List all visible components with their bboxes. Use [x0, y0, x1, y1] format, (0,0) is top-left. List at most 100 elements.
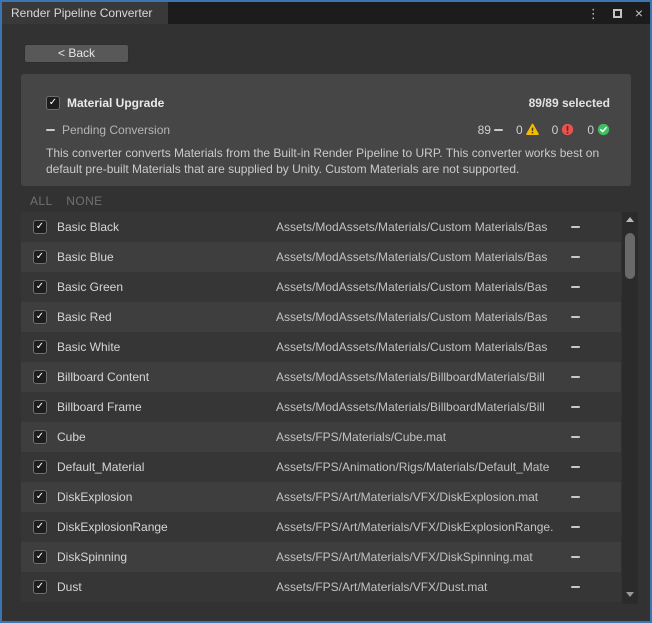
converter-description: This converter converts Materials from t…: [46, 145, 622, 177]
item-name: Basic Green: [57, 280, 123, 294]
item-checkbox[interactable]: ✓: [33, 460, 47, 474]
item-status-icon: [571, 586, 580, 588]
item-status-icon: [571, 496, 580, 498]
item-status-icon: [571, 226, 580, 228]
material-list-item[interactable]: ✓ DiskExplosion Assets/FPS/Art/Materials…: [21, 482, 621, 512]
item-status-icon: [571, 256, 580, 258]
item-checkbox[interactable]: ✓: [33, 340, 47, 354]
item-name: Billboard Frame: [57, 400, 142, 414]
select-none-button[interactable]: NONE: [66, 194, 102, 208]
scrollbar-thumb[interactable]: [625, 233, 635, 279]
item-checkbox[interactable]: ✓: [33, 400, 47, 414]
item-checkbox[interactable]: ✓: [33, 430, 47, 444]
selected-count: 89/89 selected: [529, 96, 610, 110]
selection-shortcuts: ALL NONE: [30, 194, 113, 208]
converter-title: Material Upgrade: [67, 96, 164, 110]
items-list: ✓ Basic Black Assets/ModAssets/Materials…: [21, 212, 621, 602]
material-list-item[interactable]: ✓ Default_Material Assets/FPS/Animation/…: [21, 452, 621, 482]
item-status-icon: [571, 436, 580, 438]
item-name: Basic Blue: [57, 250, 114, 264]
item-path: Assets/ModAssets/Materials/Custom Materi…: [276, 340, 566, 354]
material-list-item[interactable]: ✓ Dust Assets/FPS/Art/Materials/VFX/Dust…: [21, 572, 621, 602]
item-path: Assets/ModAssets/Materials/Custom Materi…: [276, 220, 566, 234]
maximize-icon[interactable]: [613, 9, 622, 18]
pending-count-group: 89: [478, 123, 503, 137]
scroll-down-icon[interactable]: [626, 592, 634, 597]
converter-checkbox[interactable]: ✓: [46, 96, 60, 110]
converter-panel: ✓ Material Upgrade 89/89 selected Pendin…: [21, 74, 631, 186]
success-icon: [597, 123, 610, 136]
warning-count-group: 0: [516, 123, 539, 137]
converter-header: ✓ Material Upgrade 89/89 selected: [46, 95, 610, 111]
material-list-item[interactable]: ✓ DiskSpinning Assets/FPS/Art/Materials/…: [21, 542, 621, 572]
item-path: Assets/ModAssets/Materials/BillboardMate…: [276, 370, 566, 384]
item-checkbox[interactable]: ✓: [33, 220, 47, 234]
back-button[interactable]: < Back: [24, 44, 129, 63]
item-name: Basic White: [57, 340, 120, 354]
item-path: Assets/ModAssets/Materials/Custom Materi…: [276, 310, 566, 324]
pending-label: Pending Conversion: [62, 123, 170, 137]
item-path: Assets/FPS/Art/Materials/VFX/DiskExplosi…: [276, 490, 566, 504]
warning-count: 0: [516, 123, 523, 137]
material-list-item[interactable]: ✓ Basic Black Assets/ModAssets/Materials…: [21, 212, 621, 242]
titlebar: Render Pipeline Converter ⋮ ×: [2, 2, 650, 24]
item-checkbox[interactable]: ✓: [33, 520, 47, 534]
list-scrollbar[interactable]: [622, 212, 638, 604]
success-count-group: 0: [587, 123, 610, 137]
item-checkbox[interactable]: ✓: [33, 310, 47, 324]
window-tab[interactable]: Render Pipeline Converter: [2, 2, 168, 24]
render-pipeline-converter-window: Render Pipeline Converter ⋮ × < Back ✓ M…: [0, 0, 652, 623]
item-status-icon: [571, 346, 580, 348]
material-list-item[interactable]: ✓ Basic White Assets/ModAssets/Materials…: [21, 332, 621, 362]
window-title: Render Pipeline Converter: [11, 6, 152, 20]
pending-count: 89: [478, 123, 491, 137]
item-name: Dust: [57, 580, 82, 594]
item-status-icon: [571, 466, 580, 468]
item-status-icon: [571, 316, 580, 318]
item-path: Assets/ModAssets/Materials/Custom Materi…: [276, 280, 566, 294]
item-status-icon: [571, 406, 580, 408]
scroll-up-icon[interactable]: [626, 217, 634, 222]
item-path: Assets/FPS/Animation/Rigs/Materials/Defa…: [276, 460, 566, 474]
item-status-icon: [571, 526, 580, 528]
item-checkbox[interactable]: ✓: [33, 250, 47, 264]
item-checkbox[interactable]: ✓: [33, 280, 47, 294]
item-checkbox[interactable]: ✓: [33, 550, 47, 564]
pending-state-icon: [494, 129, 503, 131]
warning-icon: [526, 123, 539, 136]
material-list-item[interactable]: ✓ Billboard Frame Assets/ModAssets/Mater…: [21, 392, 621, 422]
material-list-item[interactable]: ✓ Basic Red Assets/ModAssets/Materials/C…: [21, 302, 621, 332]
item-name: Cube: [57, 430, 86, 444]
material-list-item[interactable]: ✓ Basic Blue Assets/ModAssets/Materials/…: [21, 242, 621, 272]
error-icon: [561, 123, 574, 136]
item-checkbox[interactable]: ✓: [33, 490, 47, 504]
material-list-item[interactable]: ✓ Cube Assets/FPS/Materials/Cube.mat: [21, 422, 621, 452]
item-name: Billboard Content: [57, 370, 149, 384]
material-list-item[interactable]: ✓ DiskExplosionRange Assets/FPS/Art/Mate…: [21, 512, 621, 542]
close-icon[interactable]: ×: [635, 6, 643, 20]
material-list-item[interactable]: ✓ Billboard Content Assets/ModAssets/Mat…: [21, 362, 621, 392]
success-count: 0: [587, 123, 594, 137]
pending-dash-icon: [46, 129, 55, 131]
item-name: Basic Red: [57, 310, 112, 324]
error-count-group: 0: [552, 123, 575, 137]
item-status-icon: [571, 286, 580, 288]
item-checkbox[interactable]: ✓: [33, 370, 47, 384]
select-all-button[interactable]: ALL: [30, 194, 53, 208]
material-list-item[interactable]: ✓ Basic Green Assets/ModAssets/Materials…: [21, 272, 621, 302]
item-name: DiskSpinning: [57, 550, 127, 564]
item-name: Basic Black: [57, 220, 119, 234]
item-status-icon: [571, 556, 580, 558]
pending-conversion-row: Pending Conversion 89 0 0: [46, 122, 610, 137]
item-path: Assets/FPS/Art/Materials/VFX/Dust.mat: [276, 580, 566, 594]
error-count: 0: [552, 123, 559, 137]
item-name: Default_Material: [57, 460, 144, 474]
item-path: Assets/FPS/Art/Materials/VFX/DiskExplosi…: [276, 520, 566, 534]
item-path: Assets/ModAssets/Materials/BillboardMate…: [276, 400, 566, 414]
item-name: DiskExplosion: [57, 490, 132, 504]
item-path: Assets/FPS/Materials/Cube.mat: [276, 430, 566, 444]
item-checkbox[interactable]: ✓: [33, 580, 47, 594]
window-menu-icon[interactable]: ⋮: [587, 7, 600, 20]
item-name: DiskExplosionRange: [57, 520, 168, 534]
item-path: Assets/ModAssets/Materials/Custom Materi…: [276, 250, 566, 264]
